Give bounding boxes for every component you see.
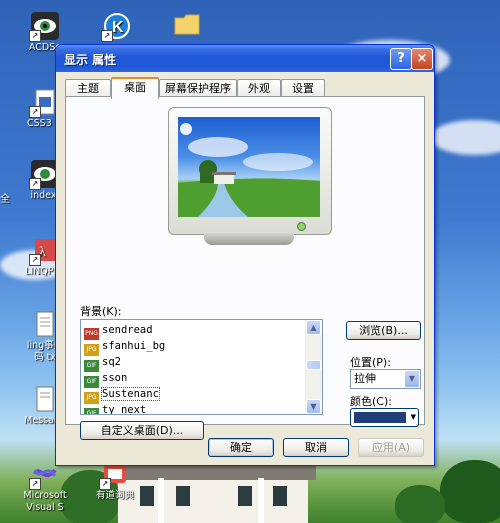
dialog-title: 显示 属性 [64, 53, 117, 67]
gif-file-icon: GIF [84, 408, 99, 414]
desktop-edge-text: 全 [0, 194, 10, 205]
desktop-icon-folder[interactable] [150, 10, 224, 40]
list-scrollbar[interactable]: ▲ ▼ [305, 320, 322, 414]
wallpaper-tree [440, 460, 500, 523]
wallpaper-preview [178, 117, 320, 217]
background-list[interactable]: PNG sendread JPG sfanhui_bg GIF sq2 GIF sson… [80, 319, 323, 415]
apply-button[interactable]: 应用(A) [358, 438, 424, 457]
cancel-button[interactable]: 取消 [283, 438, 349, 457]
help-button[interactable]: ? [390, 48, 412, 70]
customize-desktop-button[interactable]: 自定义桌面(D)... [80, 421, 204, 440]
svg-text:K: K [112, 19, 124, 36]
desktop-icon-label: 有道词典 [95, 490, 134, 501]
dropdown-arrow-icon: ▼ [410, 413, 416, 421]
list-item-name: ty_next [102, 404, 147, 415]
list-item-name: Sustenanc [101, 387, 160, 401]
tab-theme[interactable]: 主题 [65, 79, 111, 97]
list-item-name: sson [102, 372, 128, 384]
monitor-stand [204, 233, 294, 245]
background-label: 背景(K): [80, 305, 122, 318]
list-item[interactable]: GIF ty_next [84, 402, 304, 415]
scroll-down-icon[interactable]: ▼ [306, 399, 321, 414]
list-item-name: sendread [102, 324, 153, 336]
wallpaper-tree [395, 485, 445, 523]
list-item[interactable]: JPG sfanhui_bg [84, 338, 304, 356]
list-item[interactable]: PNG sendread [84, 322, 304, 340]
color-swatch [354, 412, 406, 423]
acdsee-icon: ↗ [29, 12, 59, 42]
sky-cloud [430, 120, 500, 155]
desktop-icon-label: Microsoft [23, 490, 67, 501]
desktop-tab-panel: 背景(K): PNG sendread JPG sfanhui_bg GIF sq2 … [65, 96, 425, 440]
list-item-name: sfanhui_bg [102, 340, 166, 352]
desktop-icon-k-app[interactable]: K ↗ [80, 12, 154, 42]
tab-screensaver[interactable]: 屏幕保护程序 [159, 79, 237, 97]
power-indicator [297, 222, 306, 231]
list-item-selected[interactable]: JPG Sustenanc [84, 386, 304, 404]
chevron-down-icon[interactable]: ▼ [404, 370, 420, 388]
display-properties-dialog: 显示 属性 ? × 主题 桌面 屏幕保护程序 外观 设置 背景(K): PNG … [55, 44, 435, 466]
browse-button[interactable]: 浏览(B)... [346, 321, 421, 340]
position-label: 位置(P): [350, 356, 391, 369]
color-picker-button[interactable]: ▼ [350, 408, 419, 427]
close-button[interactable]: × [411, 48, 433, 70]
list-item[interactable]: GIF sq2 [84, 354, 304, 372]
tab-desktop[interactable]: 桌面 [111, 77, 159, 99]
tab-settings[interactable]: 设置 [281, 79, 325, 97]
desktop-icon-label-line2: Visual S [26, 502, 64, 513]
scroll-up-icon[interactable]: ▲ [306, 320, 321, 335]
tab-appearance[interactable]: 外观 [237, 79, 281, 97]
dialog-titlebar[interactable]: 显示 属性 ? × [56, 45, 434, 72]
position-value: 拉伸 [354, 372, 376, 385]
k-app-icon: K ↗ [101, 12, 131, 42]
color-label: 颜色(C): [350, 395, 392, 408]
scroll-thumb[interactable] [306, 360, 321, 370]
desktop-icon-youdao[interactable]: ↗ 有道词典 [78, 460, 152, 502]
folder-icon [173, 10, 201, 38]
position-select[interactable]: 拉伸 ▼ [350, 369, 421, 389]
list-item[interactable]: GIF sson [84, 370, 304, 388]
list-item-name: sq2 [102, 356, 121, 368]
ok-button[interactable]: 确定 [208, 438, 274, 457]
monitor-preview [168, 107, 332, 235]
desktop-icon-ms-visual[interactable]: ↗ Microsoft Visual S [8, 460, 82, 514]
